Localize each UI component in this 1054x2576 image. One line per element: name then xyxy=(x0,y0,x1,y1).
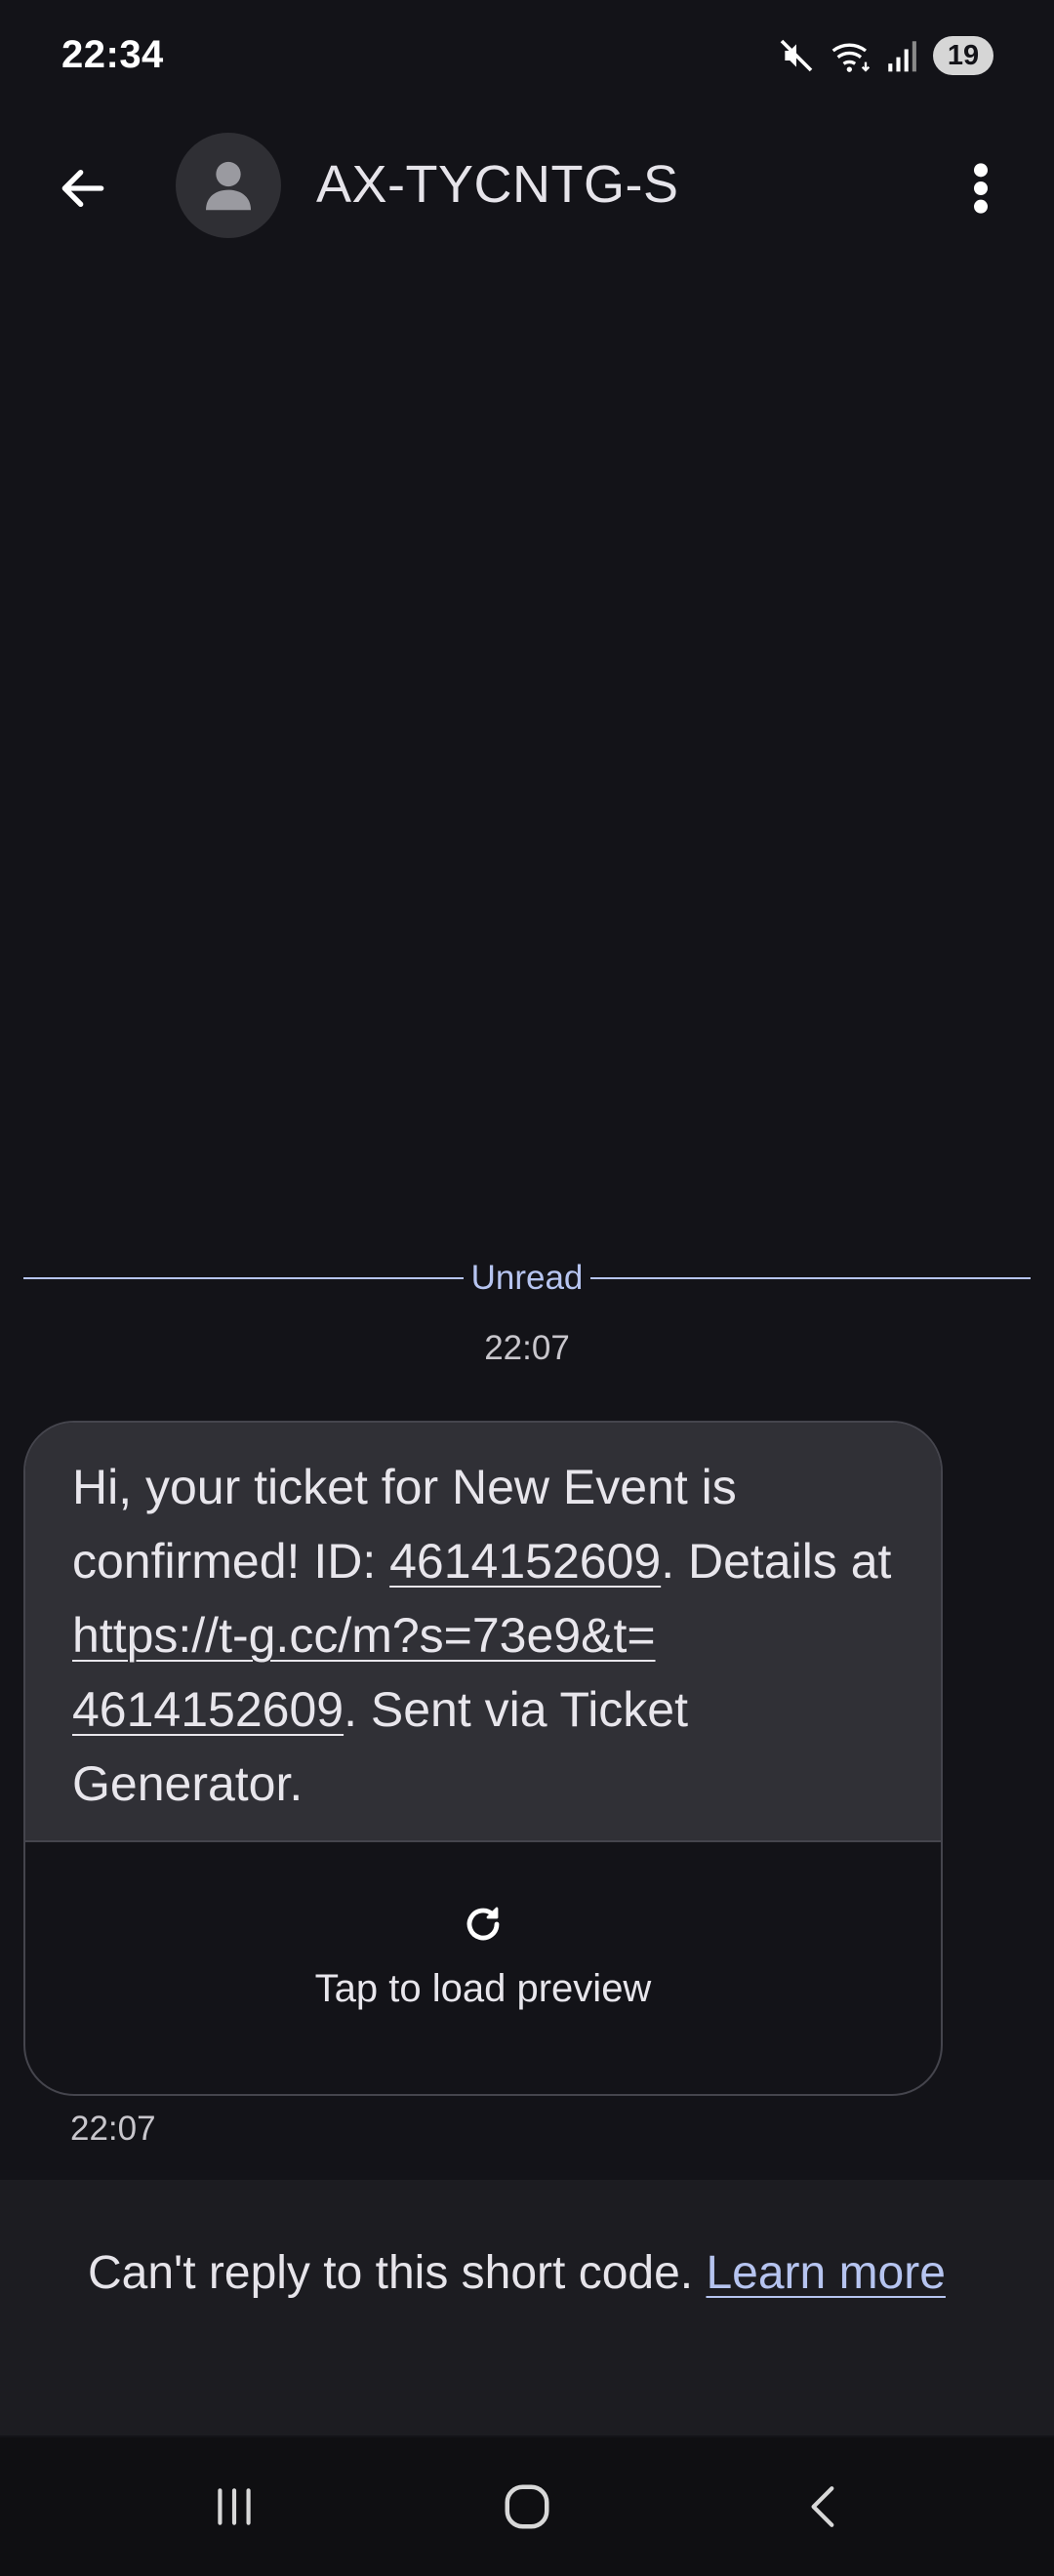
system-nav-bar xyxy=(0,2437,1054,2576)
unread-divider: Unread xyxy=(23,1259,1032,1298)
message-timestamp: 22:07 xyxy=(70,2110,156,2148)
recents-icon xyxy=(218,2488,251,2525)
person-icon xyxy=(206,161,251,211)
status-time: 22:34 xyxy=(61,33,164,76)
recents-button[interactable] xyxy=(195,2473,273,2541)
chevron-left-icon xyxy=(811,2486,834,2527)
ticket-id-link[interactable]: 4614152609 xyxy=(389,1534,661,1589)
system-back-button[interactable] xyxy=(785,2473,863,2541)
url-part: https://t-g.cc/m?s=73e9&t= xyxy=(72,1608,656,1663)
home-button[interactable] xyxy=(488,2473,566,2541)
message-text-part: . Details at xyxy=(661,1534,892,1589)
unread-label: Unread xyxy=(470,1259,584,1297)
battery-icon: 19 xyxy=(933,36,993,75)
home-icon xyxy=(505,2484,549,2529)
contact-name[interactable]: AX-TYCNTG-S xyxy=(316,154,679,215)
preview-label: Tap to load preview xyxy=(314,1967,652,2010)
back-button[interactable] xyxy=(49,154,117,222)
refresh-icon xyxy=(466,1907,500,1941)
reply-disabled-banner: Can't reply to this short code. Learn mo… xyxy=(0,2180,1054,2435)
messages-screen: 22:34 19 AX-TYCNTG-S Unread 22:07 Hi, yo… xyxy=(0,0,1054,2576)
status-icons: 19 xyxy=(777,33,993,78)
load-preview-button[interactable]: Tap to load preview xyxy=(25,1842,941,2094)
url-part: 4614152609 xyxy=(72,1682,345,1737)
more-vert-icon xyxy=(974,163,988,214)
mute-icon xyxy=(777,36,816,75)
contact-avatar[interactable] xyxy=(176,133,281,238)
status-bar: 22:34 19 xyxy=(0,0,1054,112)
reply-disabled-message: Can't reply to this short code. xyxy=(88,2247,707,2299)
wifi-icon xyxy=(830,36,872,75)
message-text: Hi, your ticket for New Event is confirm… xyxy=(72,1450,896,1821)
message-date-timestamp: 22:07 xyxy=(484,1329,570,1367)
divider-line xyxy=(23,1277,464,1279)
message-body[interactable]: Hi, your ticket for New Event is confirm… xyxy=(25,1423,941,1842)
learn-more-link[interactable]: Learn more xyxy=(706,2247,945,2299)
app-bar: AX-TYCNTG-S xyxy=(0,127,1054,244)
signal-icon xyxy=(886,38,919,73)
divider-line xyxy=(590,1277,1032,1279)
back-arrow-icon xyxy=(61,169,104,208)
more-options-button[interactable] xyxy=(947,154,1015,222)
reply-disabled-text: Can't reply to this short code. Learn mo… xyxy=(88,2238,995,2309)
message-bubble[interactable]: Hi, your ticket for New Event is confirm… xyxy=(23,1421,943,2096)
